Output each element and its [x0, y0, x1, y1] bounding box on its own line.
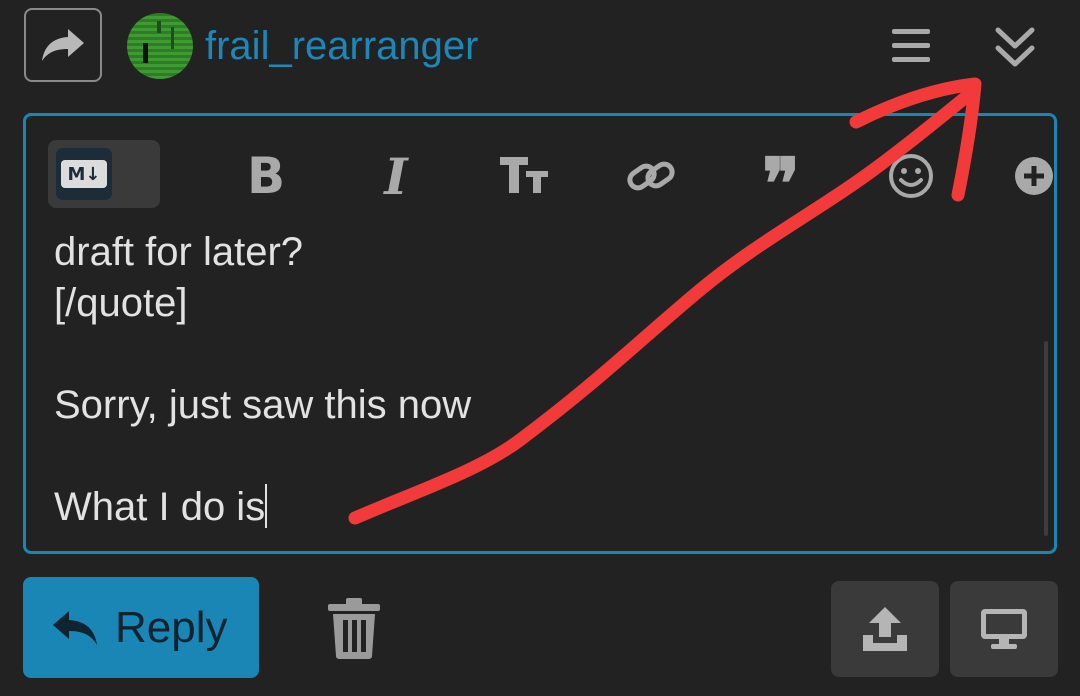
markdown-label: M↓	[61, 160, 107, 188]
text-line: [/quote]	[54, 281, 188, 325]
double-chevron-down-icon	[995, 27, 1035, 67]
smiley-icon	[889, 154, 933, 198]
markdown-icon: M↓	[56, 148, 112, 200]
editor-scrollbar[interactable]	[1044, 341, 1048, 536]
discard-draft-button[interactable]	[326, 596, 382, 660]
bold-button[interactable]: B	[236, 146, 296, 206]
text-line: Sorry, just saw this now	[54, 383, 472, 427]
reply-label: Reply	[115, 602, 228, 652]
reply-button[interactable]: Reply	[23, 577, 259, 678]
current-line-text: What I do is	[54, 485, 266, 529]
toggle-preview-button[interactable]	[950, 581, 1058, 677]
more-options-button[interactable]	[1014, 146, 1054, 206]
share-icon	[42, 29, 84, 61]
italic-button[interactable]: I	[366, 146, 426, 206]
collapse-composer-button[interactable]	[992, 26, 1038, 70]
upload-button[interactable]	[831, 581, 939, 677]
composer-editor[interactable]: M↓ B I ❞ draft for later? [/quote] Sorry…	[23, 113, 1057, 554]
heading-button[interactable]	[494, 146, 554, 206]
text-line-partial	[54, 212, 471, 227]
upload-icon	[863, 607, 907, 651]
avatar-image	[143, 21, 174, 63]
text-line-current: What I do is	[54, 482, 471, 533]
text-line	[54, 329, 471, 380]
formatting-toolbar: M↓ B I ❞	[26, 116, 1054, 226]
trash-icon	[328, 598, 380, 659]
link-button[interactable]	[621, 146, 681, 206]
plus-circle-icon	[1015, 157, 1053, 195]
emoji-button[interactable]	[881, 146, 941, 206]
composer-header: frail_rearranger	[0, 0, 1080, 100]
link-icon	[627, 161, 675, 191]
username[interactable]: frail_rearranger	[205, 24, 478, 69]
heading-icon	[500, 157, 548, 193]
hamburger-menu-icon	[892, 29, 930, 62]
menu-button[interactable]	[888, 26, 934, 66]
quote-button[interactable]: ❞	[751, 146, 811, 219]
reply-arrow-icon	[53, 610, 97, 645]
share-button[interactable]	[24, 8, 102, 82]
text-line	[54, 431, 471, 482]
markdown-mode-toggle[interactable]: M↓	[48, 140, 160, 208]
desktop-preview-icon	[981, 609, 1027, 649]
text-line: draft for later?	[54, 230, 304, 274]
text-caret	[265, 484, 268, 528]
composer-textarea[interactable]: draft for later? [/quote] Sorry, just sa…	[54, 212, 1034, 551]
avatar[interactable]	[127, 13, 193, 79]
